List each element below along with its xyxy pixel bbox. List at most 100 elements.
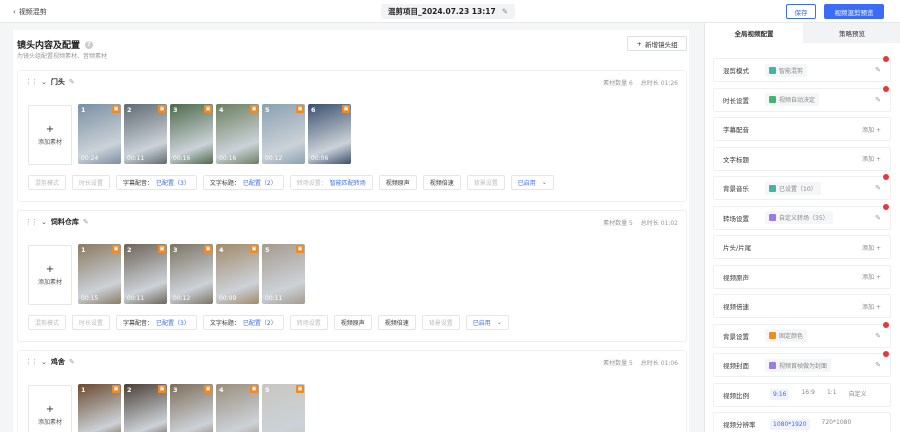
add-material-button[interactable]: + 添加素材 [28, 105, 72, 165]
add-setting-button[interactable]: 添加 + [862, 125, 881, 134]
edit-icon[interactable]: ✎ [875, 214, 881, 222]
add-group-button[interactable]: + 新增镜头组 [627, 36, 687, 51]
material-thumbnail[interactable]: 1 ▣ 00:15 [78, 244, 121, 304]
remove-dot-icon[interactable] [883, 174, 889, 180]
material-index: 4 [219, 386, 224, 394]
edit-icon[interactable]: ✎ [83, 218, 89, 226]
group-option-button[interactable]: 视频倍速 [377, 315, 416, 330]
tab-strategy-preview[interactable]: 策略预览 [803, 23, 900, 43]
group-option-button[interactable]: 视频原声 [333, 315, 372, 330]
setting-row[interactable]: 时长设置 视频自动决定 ✎ [713, 85, 891, 112]
setting-row[interactable]: 文字标题 添加 + [713, 146, 891, 171]
back-button[interactable]: ‹ 视频混剪 [13, 7, 47, 17]
setting-row[interactable]: 片头/片尾 添加 + [713, 235, 891, 259]
add-setting-button[interactable]: 添加 + [862, 243, 881, 252]
option-item[interactable]: 自定义 [849, 389, 867, 400]
remove-dot-icon[interactable] [883, 85, 889, 92]
drag-handle-icon[interactable]: ⋮⋮ [25, 218, 38, 226]
setting-row[interactable]: 混剪模式 智能混剪 ✎ [713, 56, 891, 82]
setting-row[interactable]: 视频封面 视频首帧做为封面 ✎ [713, 351, 891, 377]
drag-handle-icon[interactable]: ⋮⋮ [25, 358, 38, 366]
drag-handle-icon[interactable]: ⋮⋮ [25, 78, 38, 86]
chevron-down-icon[interactable]: ⌄ [41, 78, 47, 86]
material-thumbnail[interactable]: 4 ▣ 00:09 [216, 244, 259, 304]
edit-icon[interactable]: ✎ [502, 7, 508, 16]
edit-icon[interactable]: ✎ [69, 358, 75, 366]
material-thumbnail[interactable]: 1 ▣ 00:24 [78, 104, 121, 164]
material-thumbnail[interactable]: 1 ▣ [78, 384, 121, 432]
edit-icon[interactable]: ✎ [875, 66, 881, 74]
remove-dot-icon[interactable] [883, 56, 889, 62]
remove-dot-icon[interactable] [883, 351, 889, 357]
material-thumbnail[interactable]: 2 ▣ [124, 384, 167, 432]
group-option-button[interactable]: 文字标题： 已配置（2） [202, 315, 284, 330]
add-material-button[interactable]: + 添加素材 [28, 385, 72, 432]
edit-icon[interactable]: ✎ [875, 332, 881, 340]
material-thumbnail[interactable]: 3 ▣ 00:16 [170, 104, 213, 164]
tab-global-config[interactable]: 全局视频配置 [705, 23, 803, 43]
setting-row[interactable]: 字幕配音 添加 + [713, 117, 891, 141]
add-material-button[interactable]: + 添加素材 [28, 245, 72, 305]
add-setting-button[interactable]: 添加 + [862, 272, 881, 281]
enabled-dropdown[interactable]: 已启用 ⌄ [510, 175, 554, 190]
setting-row[interactable]: 视频倍速 添加 + [713, 294, 891, 318]
setting-label: 字幕配音 [723, 126, 749, 134]
add-setting-button[interactable]: 添加 + [862, 154, 881, 163]
add-setting-button[interactable]: 添加 + [862, 302, 881, 311]
option-item[interactable]: 1:1 [827, 389, 837, 400]
preview-button[interactable]: 视频混剪预览 [824, 4, 884, 19]
material-thumbnail[interactable]: 2 ▣ 00:11 [124, 104, 167, 164]
option-item[interactable]: 9:16 [770, 389, 790, 400]
save-button[interactable]: 保存 [786, 4, 816, 19]
group-option-button[interactable]: 字幕配音： 已配置（3） [116, 175, 197, 190]
edit-icon[interactable]: ✎ [875, 361, 881, 369]
shot-group-meta: 素材数量 6 总时长 01:26 [603, 78, 678, 87]
material-thumbnail[interactable]: 4 ▣ 00:16 [216, 104, 259, 164]
group-option-button[interactable]: 视频倍速 [422, 175, 461, 190]
group-option-button[interactable]: 转场设置： 智能匹配转场 [289, 175, 373, 190]
chevron-down-icon[interactable]: ⌄ [41, 218, 47, 226]
group-option-button[interactable]: 时长设置 [72, 315, 111, 330]
option-value: 已配置（2） [242, 180, 277, 187]
setting-row[interactable]: 视频原声 添加 + [713, 264, 891, 289]
group-option-button[interactable]: 转场设置 [289, 315, 328, 330]
group-option-button[interactable]: 混剪模式 [28, 175, 67, 190]
setting-row[interactable]: 背景音乐 已设置（10） ✎ [713, 174, 891, 200]
shot-group-meta: 素材数量 5 总时长 01:02 [603, 218, 678, 227]
enabled-dropdown[interactable]: 已启用 ⌄ [465, 315, 509, 330]
group-option-button[interactable]: 时长设置 [72, 175, 111, 190]
group-option-button[interactable]: 背景设置 [421, 315, 460, 330]
material-thumbnail[interactable]: 2 ▣ 00:11 [124, 244, 167, 304]
option-item[interactable]: 1080*1920 [770, 418, 810, 430]
group-option-button[interactable]: 背景设置 [466, 175, 505, 190]
material-thumbnail[interactable]: 4 ▣ [216, 384, 259, 432]
material-thumbnail[interactable]: 3 ▣ 00:12 [170, 244, 213, 304]
setting-row[interactable]: 背景设置 固定颜色 ✎ [713, 321, 891, 348]
option-item[interactable]: 720*1080 [822, 419, 852, 430]
material-index: 3 [173, 246, 178, 254]
edit-icon[interactable]: ✎ [875, 96, 881, 104]
add-label: 添加 [862, 126, 875, 134]
remove-dot-icon[interactable] [883, 321, 889, 328]
remove-dot-icon[interactable] [883, 203, 889, 210]
group-option-button[interactable]: 字幕配音： 已配置（3） [116, 315, 197, 330]
help-icon[interactable]: ? [85, 40, 94, 49]
group-option-button[interactable]: 视频原声 [378, 175, 417, 190]
material-thumbnail[interactable]: 6 ▣ 00:06 [308, 104, 351, 164]
material-index: 2 [127, 246, 132, 254]
project-title[interactable]: 混剪项目_2024.07.23 13:17 ✎ [381, 4, 515, 19]
group-option-button[interactable]: 混剪模式 [28, 315, 67, 330]
group-option-button[interactable]: 文字标题： 已配置（2） [202, 175, 284, 190]
material-thumbnail[interactable]: 5 ▣ [262, 384, 305, 432]
chevron-down-icon[interactable]: ⌄ [41, 358, 47, 366]
option-label: 混剪模式 [35, 320, 60, 327]
shot-group: ⋮⋮ ⌄ 鸡舍 ✎ 素材数量 5 总时长 01:06 + 添加素材 1 ▣ 2 ▣ 3 ▣ 4 ▣ 5 ▣ [17, 350, 687, 432]
edit-icon[interactable]: ✎ [875, 184, 881, 192]
setting-row[interactable]: 转场设置 自定义转场（35） ✎ [713, 203, 891, 230]
edit-icon[interactable]: ✎ [69, 78, 75, 86]
material-thumbnail[interactable]: 5 ▣ 00:12 [262, 104, 305, 164]
material-thumbnail[interactable]: 3 ▣ [170, 384, 213, 432]
material-thumbnail[interactable]: 5 ▣ 00:11 [262, 244, 305, 304]
setting-type-icon [769, 332, 776, 339]
option-item[interactable]: 16:9 [801, 389, 814, 400]
